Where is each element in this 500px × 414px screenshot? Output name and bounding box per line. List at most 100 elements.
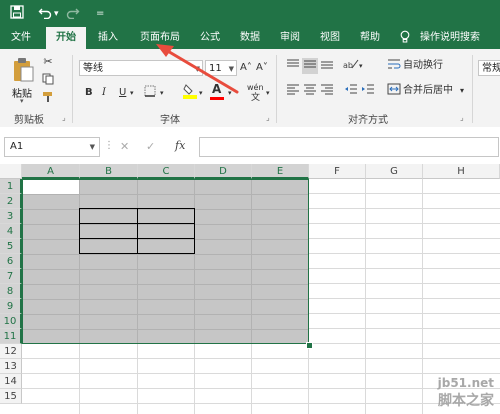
font-color-button[interactable]: A: [212, 82, 221, 96]
column-header-f[interactable]: F: [309, 164, 366, 179]
cut-icon[interactable]: ✂: [40, 54, 56, 70]
font-size-value: 11: [209, 63, 222, 74]
selected-range[interactable]: [22, 179, 309, 344]
row-header-9[interactable]: 9: [0, 299, 22, 314]
row-header-3[interactable]: 3: [0, 209, 22, 224]
insert-function-icon[interactable]: fx: [175, 139, 185, 152]
font-launcher-icon[interactable]: ⌟: [266, 113, 270, 122]
fill-color-icon[interactable]: [182, 83, 198, 99]
clipboard-launcher-icon[interactable]: ⌟: [62, 113, 66, 122]
column-header-a[interactable]: A: [22, 164, 80, 179]
font-size-dropdown[interactable]: 11 ▼: [205, 60, 237, 76]
row-header-4[interactable]: 4: [0, 224, 22, 239]
row-header-13[interactable]: 13: [0, 359, 22, 374]
name-box[interactable]: A1 ▼: [4, 137, 100, 157]
align-top-icon[interactable]: [285, 58, 301, 74]
column-header-d[interactable]: D: [195, 164, 252, 179]
number-format-dropdown[interactable]: 常规: [478, 60, 500, 76]
row-header-10[interactable]: 10: [0, 314, 22, 329]
orientation-dropdown-icon[interactable]: ▾: [359, 59, 363, 73]
cell-border: [194, 208, 195, 254]
align-left-icon[interactable]: [285, 83, 301, 99]
row-header-11[interactable]: 11: [0, 329, 22, 344]
tab-view[interactable]: 视图: [312, 27, 348, 49]
merge-dropdown-icon[interactable]: ▾: [460, 84, 464, 98]
undo-dropdown[interactable]: ▾: [54, 6, 59, 22]
customize-quick-access[interactable]: =: [96, 6, 104, 22]
worksheet-grid[interactable]: A B C D E F G H 1 2 3 4 5 6 7 8 9 10 11 …: [0, 164, 500, 414]
ribbon: 粘贴 ▾ ✂ 剪贴板 ⌟ 等线 ▼ 11 ▼ A˄ A˅ B I U ▾ ▾ ▾…: [0, 49, 500, 128]
shrink-font-button[interactable]: A˅: [256, 61, 268, 75]
row-header-15[interactable]: 15: [0, 389, 22, 404]
active-cell-a1[interactable]: [23, 180, 79, 194]
underline-button[interactable]: U: [119, 86, 126, 100]
alignment-group-label: 对齐方式: [348, 115, 388, 126]
orientation-icon[interactable]: ab: [343, 58, 359, 74]
column-header-g[interactable]: G: [366, 164, 423, 179]
tab-file[interactable]: 文件: [2, 27, 40, 49]
copy-icon[interactable]: [40, 73, 56, 89]
gridline: [365, 179, 366, 414]
bold-button[interactable]: B: [85, 86, 93, 100]
selection-gridlines: [23, 180, 308, 343]
column-header-b[interactable]: B: [80, 164, 138, 179]
lightbulb-icon: [400, 27, 410, 49]
search-box[interactable]: 操作说明搜索: [396, 27, 500, 49]
undo-icon[interactable]: [38, 5, 52, 24]
tab-review[interactable]: 审阅: [272, 27, 308, 49]
italic-button[interactable]: I: [102, 86, 106, 100]
underline-dropdown-icon[interactable]: ▾: [130, 86, 134, 100]
row-header-5[interactable]: 5: [0, 239, 22, 254]
row-header-6[interactable]: 6: [0, 254, 22, 269]
borders-dropdown-icon[interactable]: ▾: [160, 86, 164, 100]
align-bottom-icon[interactable]: [319, 58, 335, 74]
row-header-8[interactable]: 8: [0, 284, 22, 299]
cell-border: [79, 208, 80, 254]
redo-icon[interactable]: [66, 5, 80, 24]
watermark: jb51.net 脚本之家: [438, 376, 494, 410]
formula-input[interactable]: [199, 137, 499, 157]
align-center-icon[interactable]: [302, 83, 318, 99]
align-right-icon[interactable]: [319, 83, 335, 99]
row-header-7[interactable]: 7: [0, 269, 22, 284]
select-all-corner[interactable]: [0, 164, 22, 179]
name-box-value: A1: [10, 141, 24, 152]
merge-center-button[interactable]: 合并后居中: [403, 84, 453, 98]
wrap-text-icon[interactable]: [386, 58, 402, 74]
enter-icon[interactable]: ✓: [146, 140, 155, 153]
row-header-12[interactable]: 12: [0, 344, 22, 359]
column-header-h[interactable]: H: [423, 164, 500, 179]
increase-indent-icon[interactable]: [360, 83, 376, 99]
font-name-dropdown[interactable]: 等线 ▼: [79, 60, 203, 76]
phonetic-dropdown-icon[interactable]: ▾: [266, 86, 270, 100]
tab-formulas[interactable]: 公式: [192, 27, 228, 49]
merge-center-icon[interactable]: [386, 83, 402, 99]
alignment-launcher-icon[interactable]: ⌟: [460, 113, 464, 122]
tab-page-layout[interactable]: 页面布局: [132, 27, 188, 49]
tab-data[interactable]: 数据: [232, 27, 268, 49]
save-icon[interactable]: [10, 5, 24, 24]
more-icon: ⋮: [104, 140, 114, 151]
row-header-14[interactable]: 14: [0, 374, 22, 389]
paste-dropdown-icon: ▾: [20, 97, 24, 105]
grow-font-button[interactable]: A˄: [240, 61, 252, 75]
font-name-value: 等线: [83, 63, 103, 74]
column-header-e[interactable]: E: [252, 164, 309, 179]
paste-button[interactable]: 粘贴 ▾: [8, 55, 36, 105]
borders-icon[interactable]: [142, 85, 158, 101]
tab-help[interactable]: 帮助: [352, 27, 388, 49]
align-middle-icon[interactable]: [302, 58, 318, 74]
cancel-icon[interactable]: ✕: [120, 140, 129, 153]
row-header-1[interactable]: 1: [0, 179, 22, 194]
fill-dropdown-icon[interactable]: ▾: [199, 86, 203, 100]
column-header-c[interactable]: C: [138, 164, 195, 179]
tab-insert[interactable]: 插入: [90, 27, 126, 49]
cell-border: [137, 208, 138, 254]
decrease-indent-icon[interactable]: [343, 83, 359, 99]
fill-handle[interactable]: [306, 342, 313, 349]
row-header-2[interactable]: 2: [0, 194, 22, 209]
font-color-dropdown-icon[interactable]: ▾: [228, 86, 232, 100]
wrap-text-button[interactable]: 自动换行: [403, 59, 443, 73]
tab-home[interactable]: 开始: [46, 27, 86, 49]
format-painter-icon[interactable]: [40, 91, 56, 107]
